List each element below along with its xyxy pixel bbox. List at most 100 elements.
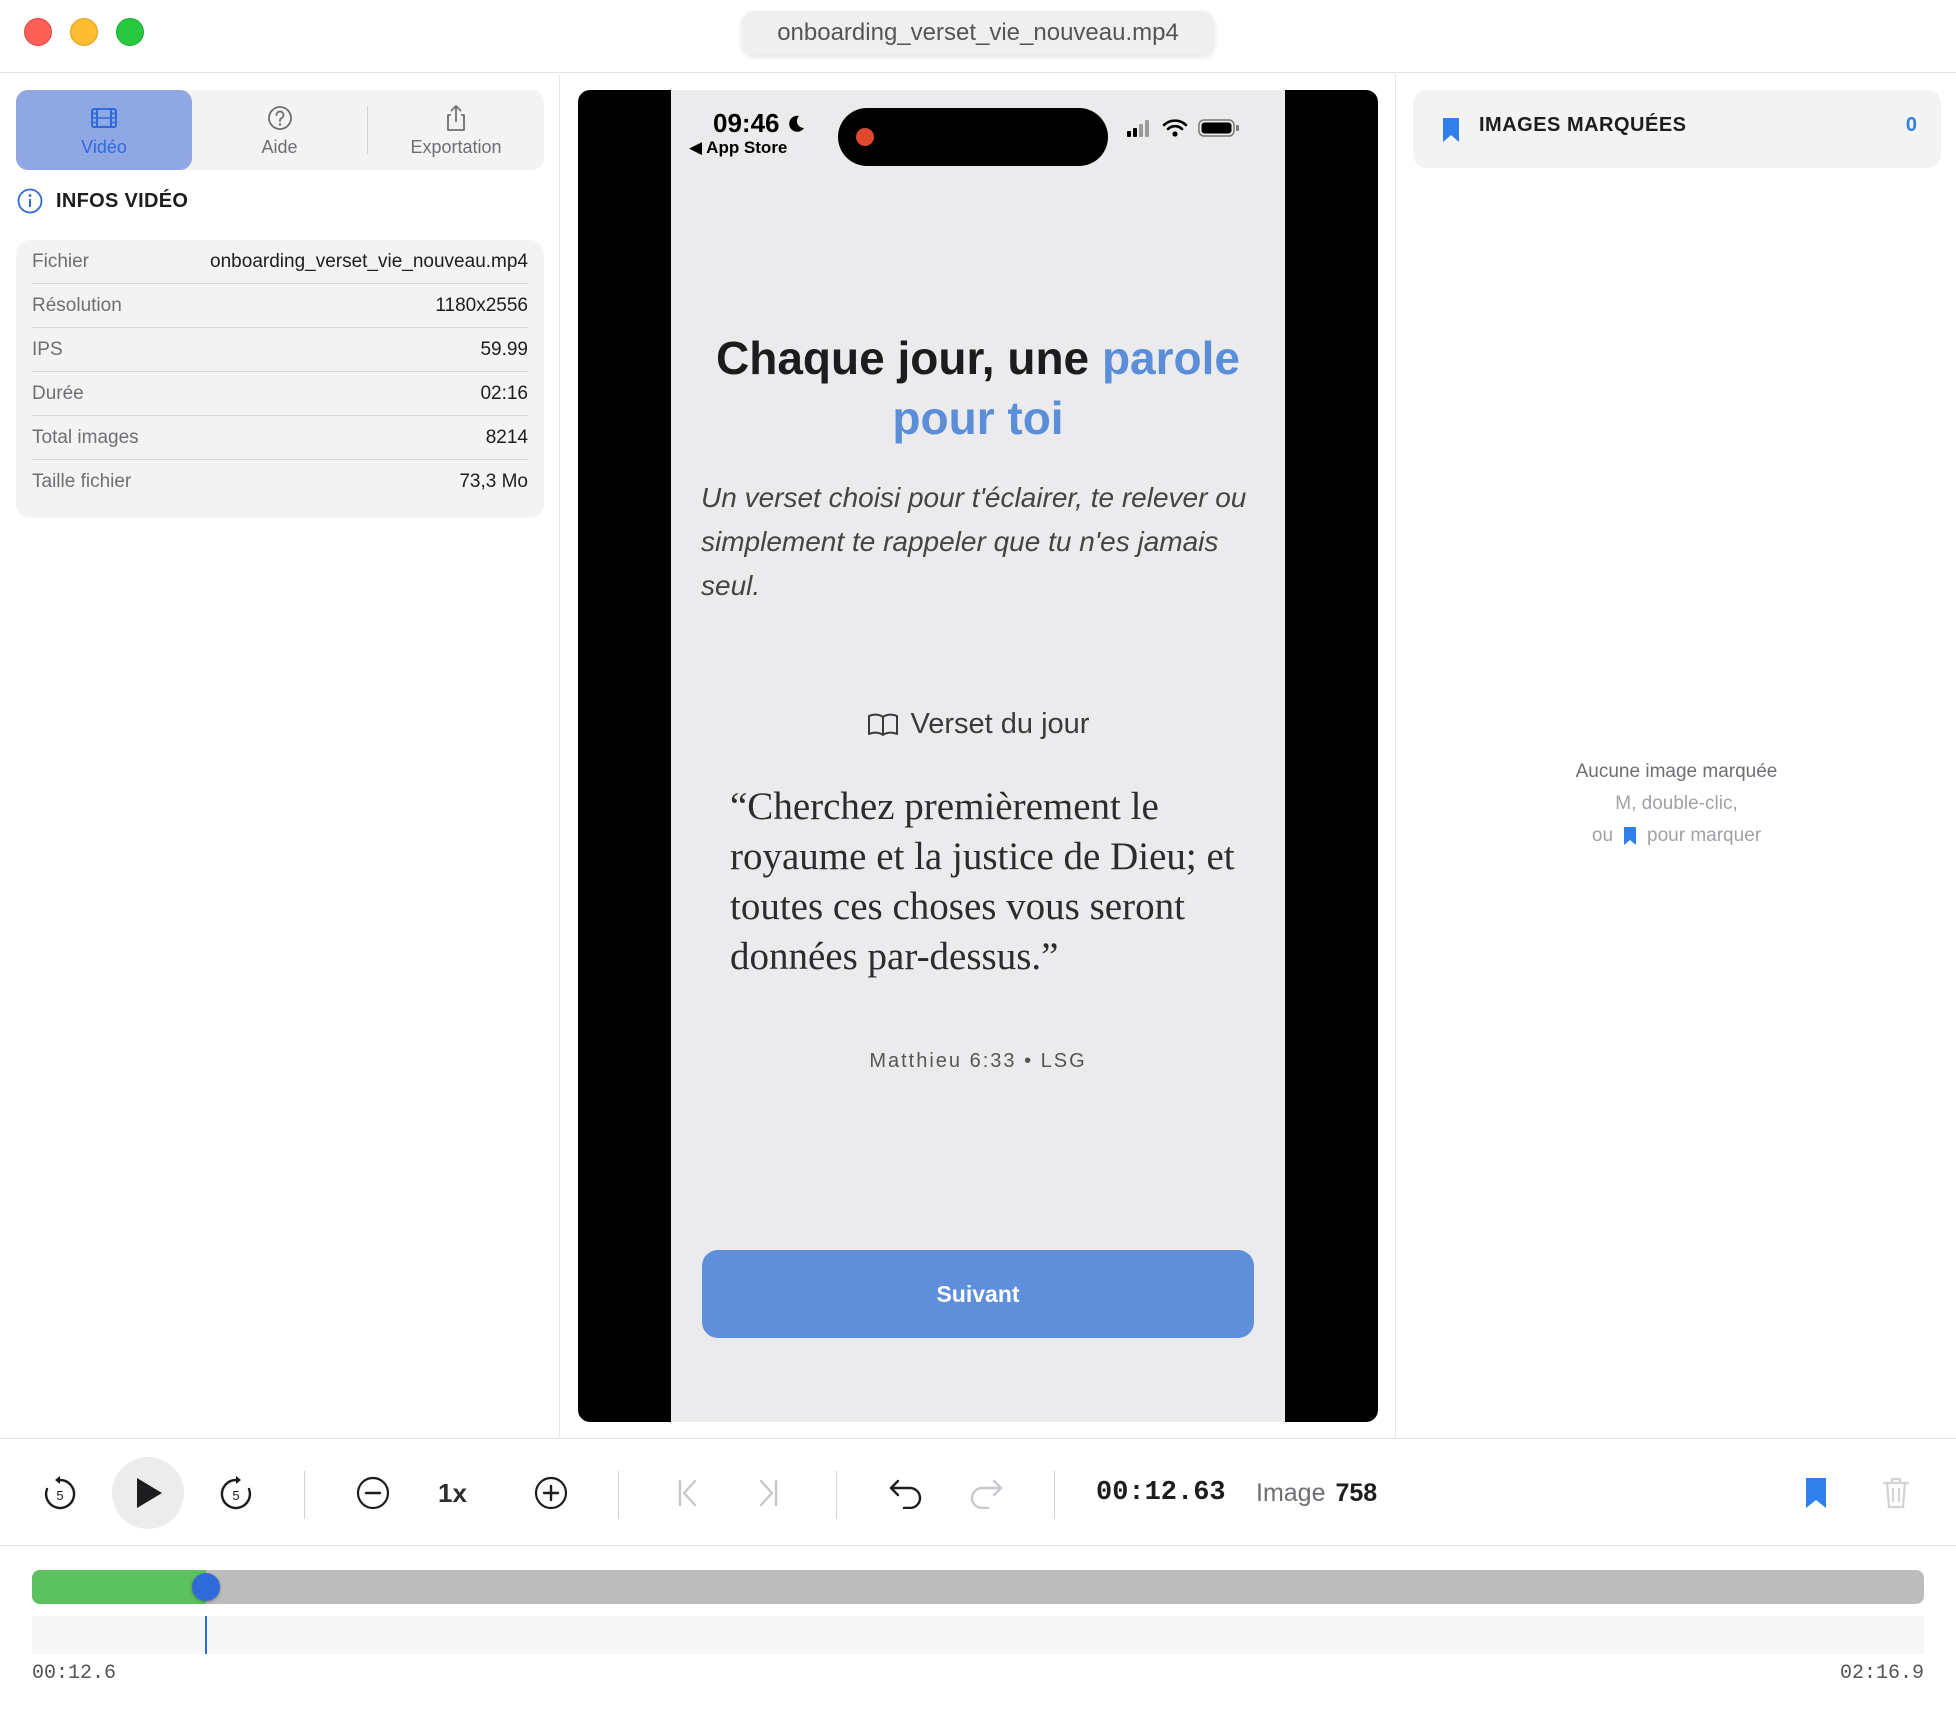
play-button[interactable]: [112, 1457, 184, 1529]
redo-button[interactable]: [966, 1439, 1006, 1547]
info-row-fps: IPS 59.99: [32, 328, 528, 372]
film-icon: [91, 107, 117, 128]
moon-icon: [788, 115, 804, 132]
play-icon: [137, 1478, 162, 1508]
app-window: onboarding_verset_vie_nouveau.mp4 Vidéo …: [0, 0, 1956, 1712]
info-row-resolution: Résolution 1180x2556: [32, 284, 528, 328]
undo-icon: [889, 1479, 922, 1509]
status-icons: [1126, 118, 1240, 138]
previous-frame-button[interactable]: [670, 1439, 706, 1547]
rewind-5-label: 5: [56, 1488, 63, 1503]
minimize-window-button[interactable]: [70, 18, 98, 46]
recording-indicator-icon: [856, 128, 874, 146]
video-viewer-pane: 09:46 ◀ App Store Chaque jour, une parol…: [561, 74, 1394, 1438]
question-circle-icon: [267, 105, 292, 130]
toolbar-divider: [618, 1471, 619, 1519]
video-info-card: Fichier onboarding_verset_vie_nouveau.mp4…: [16, 240, 544, 518]
info-value: 73,3 Mo: [459, 471, 528, 492]
battery-icon: [1198, 119, 1239, 137]
info-key: Fichier: [32, 250, 90, 272]
current-timecode: 00:12.63: [1096, 1478, 1226, 1508]
slower-button[interactable]: [353, 1439, 393, 1547]
close-window-button[interactable]: [24, 18, 52, 46]
next-frame-button[interactable]: [750, 1439, 786, 1547]
minus-circle-icon: [356, 1476, 390, 1510]
info-key: Taille fichier: [32, 471, 132, 492]
info-value: 59.99: [480, 338, 528, 360]
info-icon: [17, 188, 43, 214]
phone-clock: 09:46: [713, 108, 806, 139]
empty-state: Aucune image marquée M, double-clic, ou …: [1396, 756, 1956, 852]
frame-number: 758: [1335, 1478, 1378, 1507]
info-key: Total images: [32, 426, 139, 448]
cellular-signal-icon: [1127, 120, 1149, 137]
info-value: onboarding_verset_vie_nouveau.mp4: [210, 250, 528, 272]
forward-5-icon: 5: [220, 1476, 252, 1510]
back-to-app-store: ◀ App Store: [689, 138, 788, 157]
info-value: 02:16: [480, 382, 528, 404]
verse-quote: “Cherchez premièrement le royaume et la …: [730, 785, 1235, 978]
title-bar: onboarding_verset_vie_nouveau.mp4: [0, 0, 1956, 73]
timeline: 00:12.6 02:16.9: [0, 1546, 1956, 1712]
info-row-file: Fichier onboarding_verset_vie_nouveau.mp4: [32, 240, 528, 284]
timeline-total-time: 02:16.9: [1839, 1662, 1924, 1685]
info-row-file-size: Taille fichier 73,3 Mo: [32, 460, 528, 504]
video-frame[interactable]: 09:46 ◀ App Store Chaque jour, une parol…: [578, 90, 1378, 1422]
verse-reference: Matthieu 6:33 • LSG: [869, 1050, 1087, 1072]
marked-frames-header: IMAGES MARQUÉES 0: [1413, 90, 1941, 168]
playhead-line: [205, 1616, 208, 1654]
info-key: Résolution: [32, 294, 122, 316]
undo-button[interactable]: [886, 1439, 926, 1547]
onboarding-headline: Chaque jour, une parole pour toi: [691, 328, 1265, 448]
phone-screen: 09:46 ◀ App Store Chaque jour, une parol…: [671, 90, 1285, 1422]
bookmark-icon: [1806, 1478, 1826, 1508]
verse-of-day-label: Verset du jour: [671, 708, 1285, 741]
redo-icon: [970, 1479, 1003, 1509]
empty-state-title: Aucune image marquée: [1575, 761, 1778, 782]
tab-aide[interactable]: Aide: [192, 90, 367, 170]
faster-button[interactable]: [531, 1439, 571, 1547]
timeline-current-time: 00:12.6: [32, 1662, 117, 1685]
video-info-heading: INFOS VIDÉO: [16, 186, 188, 216]
info-key: IPS: [32, 338, 63, 360]
plus-circle-icon: [534, 1476, 568, 1510]
left-sidebar: Vidéo Aide Exportation INFOS VIDÉO Fichi…: [0, 74, 560, 1438]
marks-lane[interactable]: [32, 1616, 1924, 1654]
info-row-total-frames: Total images 8214: [32, 416, 528, 460]
current-frame: Image 758: [1256, 1439, 1377, 1547]
tab-video[interactable]: Vidéo: [16, 90, 192, 170]
scrubber-handle[interactable]: [192, 1573, 221, 1601]
forward-5-label: 5: [232, 1488, 239, 1503]
empty-state-hint: M, double-clic,: [1615, 793, 1738, 814]
rewind-5-icon: 5: [44, 1476, 76, 1510]
open-book-icon: [867, 713, 898, 736]
info-value: 1180x2556: [435, 294, 528, 316]
marked-frames-panel: IMAGES MARQUÉES 0 Aucune image marquée M…: [1395, 74, 1956, 1438]
delete-mark-button[interactable]: [1878, 1439, 1914, 1547]
empty-state-hint-2: ou pour marquer: [1396, 820, 1956, 852]
frame-label: Image: [1256, 1478, 1326, 1507]
sidebar-tab-bar: Vidéo Aide Exportation: [16, 90, 544, 170]
toolbar-divider: [836, 1471, 837, 1519]
tab-exportation[interactable]: Exportation: [368, 90, 544, 170]
headline-plain: Chaque jour, une: [716, 332, 1102, 384]
next-button[interactable]: Suivant: [702, 1250, 1254, 1338]
skip-back-5-button[interactable]: 5: [36, 1439, 84, 1547]
wifi-icon: [1162, 119, 1188, 137]
onboarding-subtitle: Un verset choisi pour t'éclairer, te rel…: [701, 482, 1247, 601]
info-key: Durée: [32, 382, 84, 404]
mark-frame-button[interactable]: [1800, 1439, 1832, 1547]
info-value: 8214: [485, 426, 528, 448]
playback-speed[interactable]: 1x: [438, 1439, 467, 1547]
tab-aide-label: Aide: [261, 136, 298, 157]
tab-video-label: Vidéo: [81, 136, 127, 157]
scrubber-played: [32, 1570, 207, 1604]
bookmark-icon: [1624, 827, 1637, 845]
bookmark-icon: [1443, 118, 1459, 142]
skip-forward-5-button[interactable]: 5: [212, 1439, 260, 1547]
zoom-window-button[interactable]: [116, 18, 144, 46]
info-row-duration: Durée 02:16: [32, 372, 528, 416]
go-to-start-icon: [678, 1479, 697, 1507]
scrubber-track[interactable]: [32, 1570, 1924, 1604]
hint-suffix: pour marquer: [1647, 825, 1762, 846]
